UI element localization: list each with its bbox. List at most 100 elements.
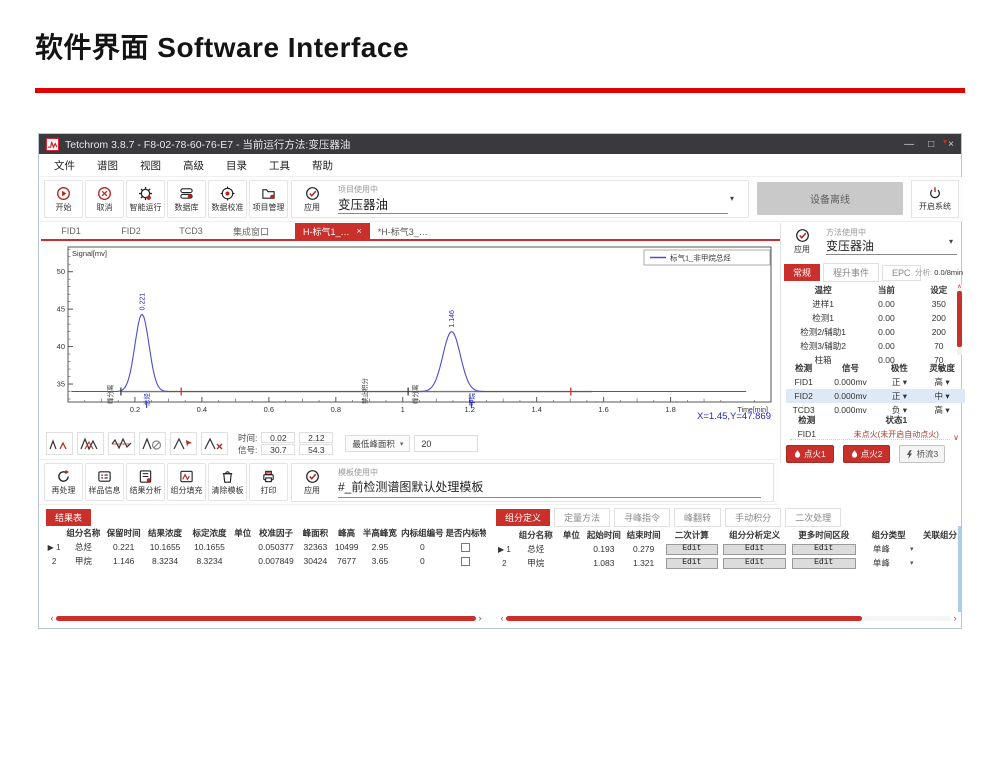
definition-hscrollbar[interactable]: ‹ › (498, 614, 959, 622)
table-row[interactable]: FID20.000mv正 ▾中 ▾ (786, 389, 965, 403)
analysis-status: 分析: 0.0/8min (915, 267, 963, 278)
component-fill-button[interactable]: 组分填充 (167, 463, 206, 501)
tab-inactive[interactable]: 寻峰指令 (614, 508, 670, 527)
close-tab-icon[interactable]: × (357, 226, 362, 236)
peak-select-button[interactable] (170, 432, 197, 455)
svg-text:标气1_非甲烷总烃: 标气1_非甲烷总烃 (670, 253, 731, 263)
ignite2-button[interactable]: 点火2 (843, 445, 891, 463)
method-apply-label: 应用 (794, 244, 810, 255)
lightning-icon (906, 450, 913, 459)
tab-inactive[interactable]: 二次处理 (785, 508, 841, 527)
tab-general[interactable]: 常规 (784, 264, 820, 281)
reprocess-button[interactable]: 再处理 (44, 463, 83, 501)
chevron-down-icon[interactable]: ▾ (949, 237, 953, 246)
is-internal-checkbox[interactable] (461, 543, 470, 552)
sample-info-button[interactable]: 样品信息 (85, 463, 124, 501)
table-row[interactable]: 2甲烷1.0831.321EditEditEdit单峰▾ (496, 556, 961, 570)
results-hscrollbar[interactable]: ‹ › (48, 614, 484, 622)
definition-vscrollbar[interactable] (958, 526, 961, 612)
start-button[interactable]: 开始 (44, 180, 83, 218)
smart-run-button[interactable]: 智能运行 (126, 180, 165, 218)
cancel-button[interactable]: 取消 (85, 180, 124, 218)
table-row[interactable]: ▶ 1总烃0.22110.165510.16550.05037732363104… (46, 540, 486, 554)
result-analysis-button[interactable]: 结果分析 (126, 463, 165, 501)
project-management-button[interactable]: 项目管理 (249, 180, 288, 218)
scroll-left-icon[interactable]: ‹ (498, 614, 506, 622)
clear-template-button[interactable]: 清除模板 (208, 463, 247, 501)
signal-min-field[interactable]: 30.7 (261, 444, 295, 455)
table-row[interactable]: 检测10.00200 (786, 311, 965, 325)
table-row[interactable]: 检测2/辅助10.00200 (786, 325, 965, 339)
maximize-button[interactable]: □ (928, 139, 934, 150)
peak-delete-button[interactable] (201, 432, 228, 455)
tab-active[interactable]: 组分定义 (496, 509, 550, 526)
device-offline-button[interactable]: 设备离线 (757, 182, 903, 215)
table-row[interactable]: FID10.000mv正 ▾高 ▾ (786, 375, 965, 389)
tab-tcd3[interactable]: TCD3 (161, 223, 221, 239)
ignite1-button[interactable]: 点火1 (786, 445, 834, 463)
project-value[interactable]: 变压器油 (338, 194, 388, 213)
power-on-button[interactable]: 开启系统 (911, 180, 959, 218)
tab-inactive[interactable]: 峰翻转 (674, 508, 721, 527)
scroll-more-icon[interactable]: ∨ (953, 433, 959, 442)
scroll-up-icon[interactable]: ∧ (957, 285, 962, 290)
tab-fid2[interactable]: FID2 (101, 223, 161, 239)
menu-help[interactable]: 帮助 (301, 158, 344, 173)
scroll-right-icon[interactable]: › (476, 614, 484, 622)
close-button[interactable]: × (948, 139, 954, 150)
menu-advanced[interactable]: 高级 (172, 158, 215, 173)
print-button[interactable]: 打印 (249, 463, 288, 501)
edit-button[interactable]: Edit (723, 558, 787, 569)
min-peak-area-dropdown[interactable]: 最低峰面积 ▾ (345, 435, 410, 452)
template-apply-button[interactable]: 应用 (296, 466, 328, 499)
table-row[interactable]: ▶ 1总烃0.1930.279EditEditEdit单峰▾ (496, 542, 961, 556)
tabbar-caret-icon[interactable]: ▾ (943, 137, 947, 146)
peak-merge-button[interactable] (77, 432, 104, 455)
menu-chromatogram[interactable]: 谱图 (86, 158, 129, 173)
table-row[interactable]: 进样10.00350 (786, 297, 965, 311)
tab-ramp-events[interactable]: 程升事件 (823, 263, 879, 282)
cancel-label: 取消 (97, 202, 113, 213)
scroll-left-icon[interactable]: ‹ (48, 614, 56, 622)
is-internal-checkbox[interactable] (461, 557, 470, 566)
bridge-current3-button[interactable]: 桥流3 (899, 445, 945, 463)
edit-button[interactable]: Edit (666, 544, 718, 555)
edit-button[interactable]: Edit (723, 544, 787, 555)
signal-max-field[interactable]: 54.3 (299, 444, 333, 455)
data-calibration-button[interactable]: 数据校准 (208, 180, 247, 218)
edit-button[interactable]: Edit (792, 558, 856, 569)
menu-file[interactable]: 文件 (43, 158, 86, 173)
template-value[interactable]: #_前检测谱图默认处理模板 (338, 478, 483, 495)
method-apply-button[interactable]: 应用 (786, 228, 818, 255)
results-tab[interactable]: 结果表 (46, 509, 91, 526)
table-row[interactable]: 2甲烷1.1468.32348.32340.0078493042476773.6… (46, 554, 486, 568)
minimize-button[interactable]: — (904, 139, 914, 150)
chevron-down-icon[interactable]: ▾ (730, 194, 734, 203)
database-label: 数据库 (175, 202, 199, 213)
chromatogram-chart[interactable]: 354045500.20.40.60.811.21.41.61.8Signal[… (46, 242, 776, 426)
project-apply-button[interactable]: 应用 (296, 183, 328, 216)
temperature-header-row: 温控当前设定 (786, 283, 965, 297)
tab-inactive[interactable]: 手动积分 (725, 508, 781, 527)
time-end-field[interactable]: 2.12 (299, 432, 333, 443)
edit-button[interactable]: Edit (792, 544, 856, 555)
min-peak-area-field[interactable]: 20 (414, 435, 478, 452)
table-row[interactable]: 检测3/辅助20.0070 (786, 339, 965, 353)
baseline-wave-button[interactable] (108, 432, 135, 455)
edit-button[interactable]: Edit (666, 558, 718, 569)
database-button[interactable]: 数据库 (167, 180, 206, 218)
method-value[interactable]: 变压器油 (826, 237, 874, 254)
scroll-right-icon[interactable]: › (951, 614, 959, 622)
no-integration-button[interactable] (139, 432, 166, 455)
peak-detect-button[interactable] (46, 432, 73, 455)
tab-inactive[interactable]: 定量方法 (554, 508, 610, 527)
menu-tools[interactable]: 工具 (258, 158, 301, 173)
tab-doc-other[interactable]: *H-标气3_… (370, 223, 436, 239)
menu-view[interactable]: 视图 (129, 158, 172, 173)
menu-directory[interactable]: 目录 (215, 158, 258, 173)
tab-doc-active[interactable]: H-标气1_… × (295, 223, 370, 239)
temperature-vscrollbar[interactable]: ∧ (957, 285, 962, 355)
tab-integration-window[interactable]: 集成窗口 (221, 223, 281, 239)
tab-fid1[interactable]: FID1 (41, 223, 101, 239)
time-start-field[interactable]: 0.02 (261, 432, 295, 443)
